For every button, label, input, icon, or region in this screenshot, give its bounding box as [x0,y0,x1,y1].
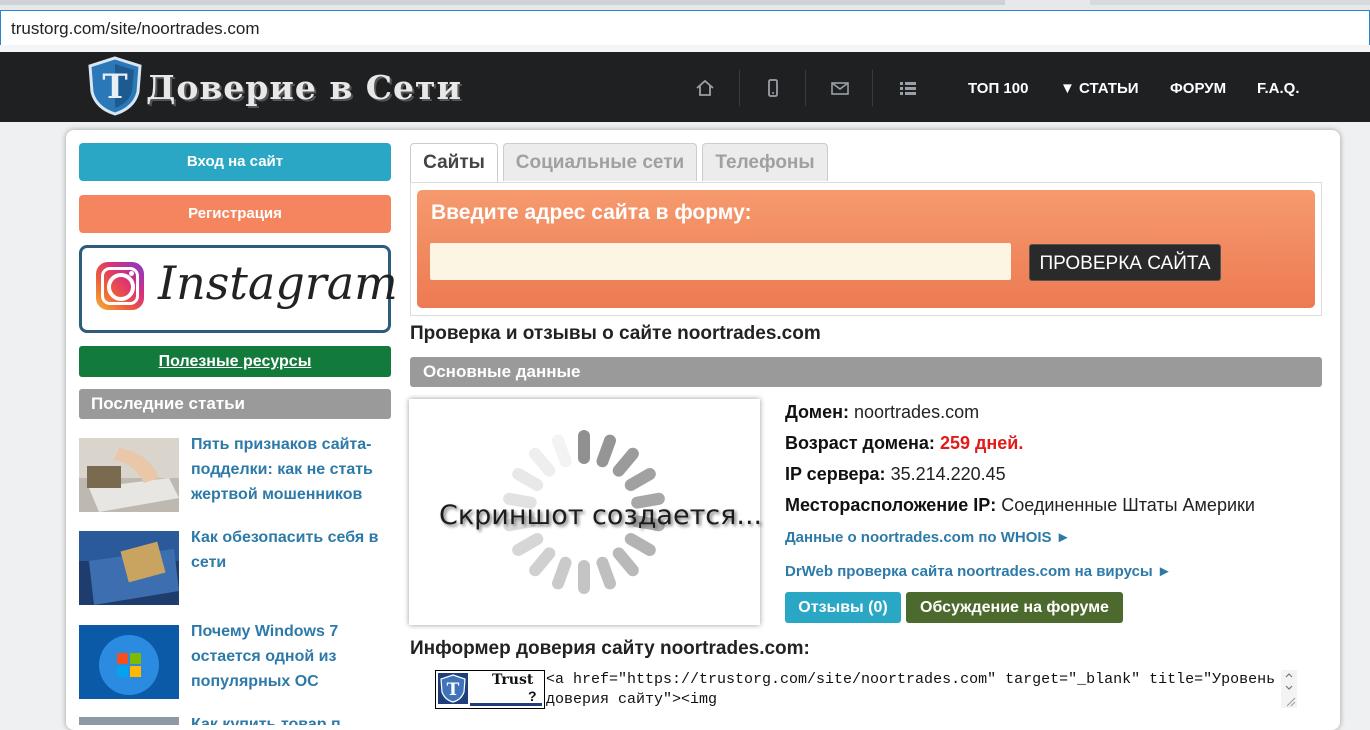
domain-age-value: 259 дней. [939,433,1024,453]
tab-sites[interactable]: Сайты [410,143,498,183]
register-button[interactable]: Регистрация [79,195,391,233]
address-bar-url[interactable]: trustorg.com/site/noortrades.com [11,19,259,39]
domain-age-label: Возраст домена: [785,433,935,453]
domain-age-row: Возраст домена: 259 дней. [785,433,1023,454]
nav-articles[interactable]: ▼ СТАТЬИ [1060,80,1139,97]
useful-resources-button[interactable]: Полезные ресурсы [79,346,391,377]
ip-location-label: Месторасположение IP: [785,495,997,515]
page-title: Проверка и отзывы о сайте noortrades.com [410,323,821,344]
instagram-icon [96,262,144,310]
latest-articles-heading: Последние статьи [79,389,391,419]
main-data-heading: Основные данные [410,357,1322,387]
mobile-icon[interactable] [762,78,784,100]
browser-tab[interactable] [0,0,1005,5]
home-icon[interactable] [694,78,716,100]
check-site-button[interactable]: ПРОВЕРКА САЙТА [1029,244,1221,281]
domain-row: Домен: noortrades.com [785,402,979,423]
tab-phones[interactable]: Телефоны [702,143,828,181]
article-link[interactable]: Как купить товар п [191,712,391,725]
server-ip-row: IP сервера: 35.214.220.45 [785,464,1006,485]
article-thumbnail[interactable] [79,625,179,699]
nav-forum[interactable]: ФОРУМ [1170,80,1226,97]
svg-text:T: T [102,67,127,107]
nav-top100[interactable]: ТОП 100 [968,80,1028,97]
server-ip-value: 35.214.220.45 [890,464,1006,484]
nav-faq[interactable]: F.A.Q. [1257,80,1300,97]
login-button[interactable]: Вход на сайт [79,143,391,181]
site-check-title: Введите адрес сайта в форму: [431,201,752,224]
reviews-button[interactable]: Отзывы (0) [785,592,901,623]
site-logo-text[interactable]: Доверие в Сети [146,68,462,107]
browser-tabstrip [0,0,1370,10]
site-screenshot-placeholder: Скриншот создается... [409,399,763,625]
ip-location-value: Соединенные Штаты Америки [1001,495,1255,515]
browser-separator [0,45,1370,52]
trust-badge-mark: ? [528,688,537,704]
site-url-input[interactable] [430,243,1011,280]
article-link[interactable]: Пять признаков сайта-подделки: как не ст… [191,432,391,507]
article-link[interactable]: Почему Windows 7 остается одной из попул… [191,619,391,694]
header-divider [805,70,806,106]
screenshot-loading-text: Скриншот создается... [439,500,763,531]
ip-location-row: Месторасположение IP: Соединенные Штаты … [785,495,1255,516]
trust-badge-text: Trust [492,672,534,688]
svg-text:T: T [447,680,460,700]
domain-value: noortrades.com [854,402,980,422]
mail-icon[interactable] [829,78,851,100]
instagram-banner[interactable]: Instagram [79,245,398,333]
trust-badge-logo-icon: T [438,673,468,704]
article-thumbnail[interactable] [79,531,179,605]
article-thumbnail[interactable] [79,717,179,725]
article-thumbnail[interactable] [79,438,179,512]
browser-tab[interactable] [1090,0,1370,5]
article-link[interactable]: Как обезопасить себя в сети [191,525,391,575]
header-divider [872,70,873,106]
site-logo-icon[interactable]: T [86,56,144,116]
drweb-link[interactable]: DrWeb проверка сайта noortrades.com на в… [785,563,1172,580]
tab-social-networks[interactable]: Социальные сети [503,143,697,181]
header-divider [739,70,740,106]
forum-discussion-button[interactable]: Обсуждение на форуме [906,592,1123,623]
code-field-scrollbar[interactable] [1281,670,1297,708]
informer-heading: Информер доверия сайту noortrades.com: [410,638,810,659]
whois-link[interactable]: Данные о noortrades.com по WHOIS ► [785,529,1071,546]
trust-badge-bar [470,703,542,706]
list-icon[interactable] [897,78,919,100]
server-ip-label: IP сервера: [785,464,886,484]
domain-label: Домен: [785,402,849,422]
address-bar[interactable]: trustorg.com/site/noortrades.com [0,10,1370,46]
instagram-wordmark: Instagram [158,256,398,310]
trust-badge[interactable]: T Trust ? [435,670,545,709]
informer-code-field[interactable]: <a href="https://trustorg.com/site/noort… [546,670,1281,710]
